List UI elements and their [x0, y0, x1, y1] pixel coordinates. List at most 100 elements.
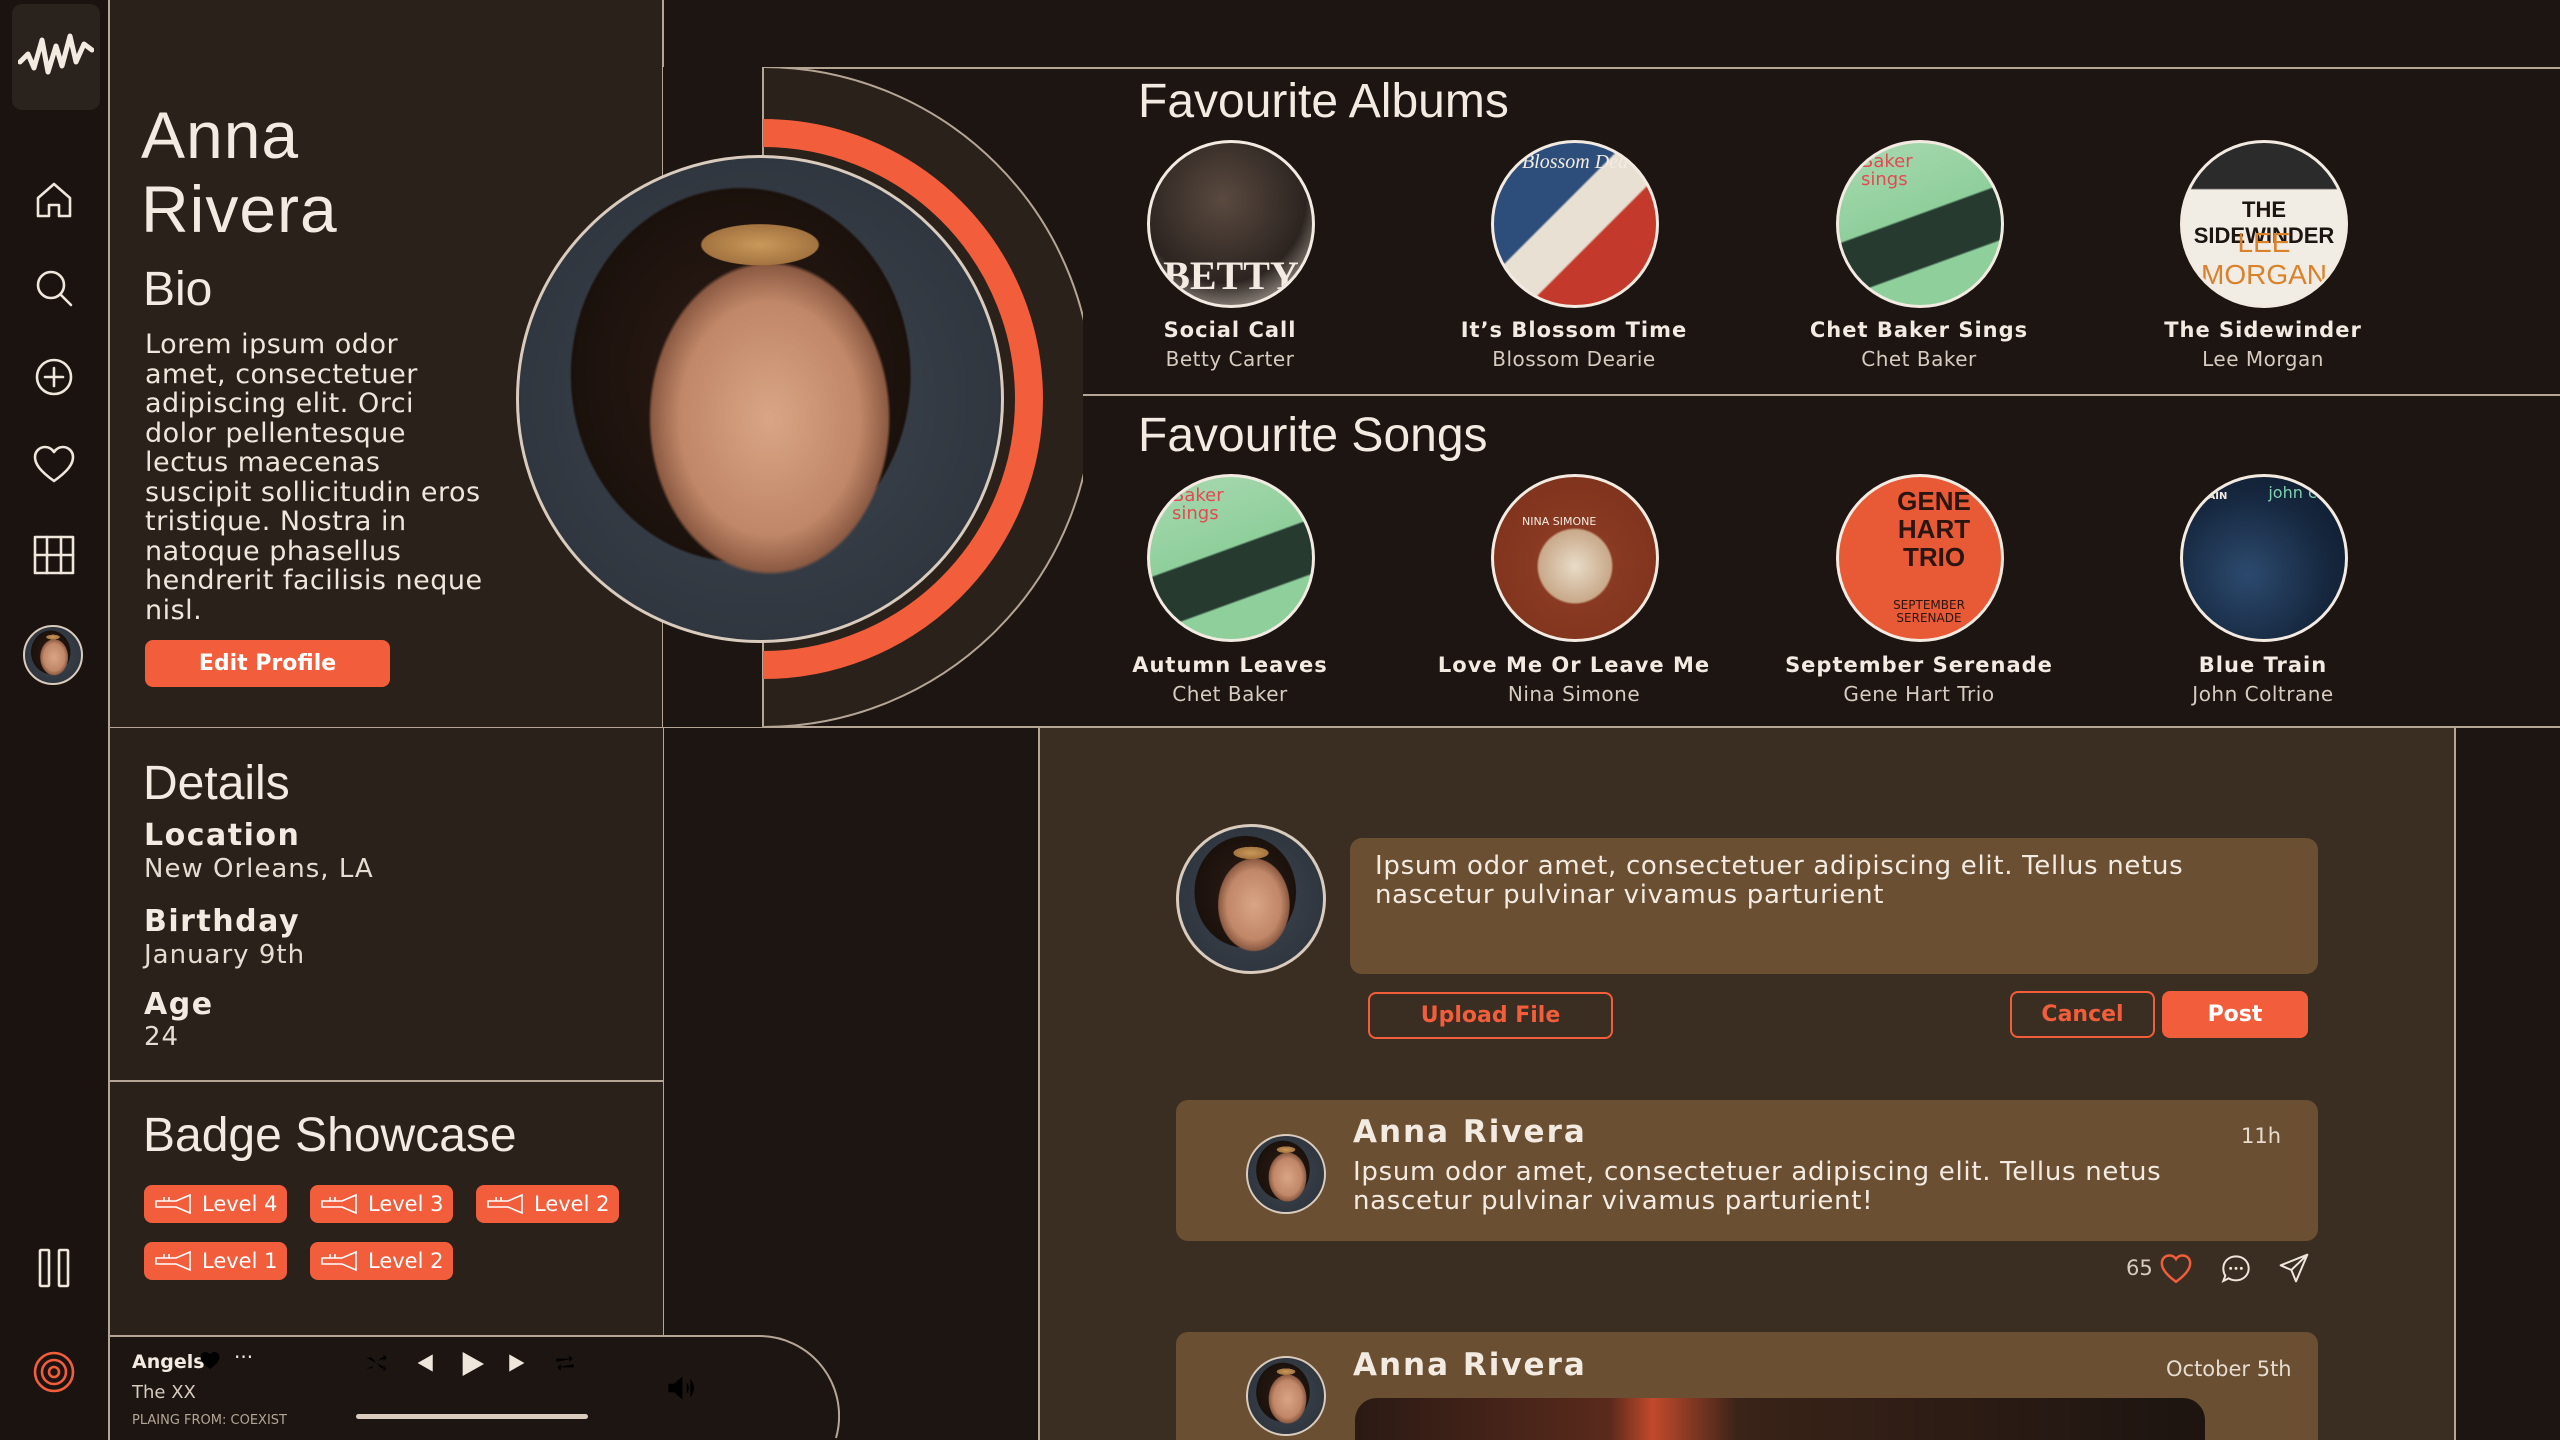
pause-icon [38, 1248, 70, 1288]
location-label: Location [144, 818, 301, 853]
shuffle-icon[interactable] [364, 1350, 390, 1376]
profile-name: Anna Rivera [141, 98, 338, 246]
badge-label: Level 1 [202, 1249, 278, 1273]
album-artist: Betty Carter [1165, 347, 1295, 371]
post-author[interactable]: Anna Rivera [1353, 1114, 1587, 1150]
album-cover-the-sidewinder[interactable]: THE SIDEWINDER LEE MORGAN [2180, 140, 2348, 308]
logo-waveform-icon [18, 33, 94, 75]
post-text: Ipsum odor amet, consectetuer adipiscing… [1353, 1157, 2162, 1216]
volume-icon[interactable] [664, 1371, 698, 1405]
app-logo[interactable] [12, 4, 100, 110]
home-button[interactable] [24, 170, 84, 230]
album-cover-text: BETTY [1163, 253, 1299, 298]
trumpet-icon [321, 1193, 357, 1215]
playback-progress-fill [356, 1414, 588, 1419]
album-title: It’s Blossom Time [1460, 318, 1688, 342]
upload-file-button[interactable]: Upload File [1368, 992, 1613, 1039]
song-artist: John Coltrane [2192, 682, 2334, 706]
badge-label: Level 3 [368, 1192, 444, 1216]
home-icon [36, 182, 72, 218]
composer-avatar [1176, 824, 1326, 974]
heart-icon [33, 445, 75, 483]
more-options-icon[interactable]: ··· [234, 1345, 253, 1369]
profile-first-name: Anna [141, 98, 300, 172]
now-playing-button[interactable] [24, 1342, 84, 1402]
album-cover-text: Blossom Dea [1521, 151, 1629, 173]
now-playing-track[interactable]: Angels [132, 1351, 205, 1373]
share-icon[interactable] [2278, 1252, 2310, 1284]
song-title: Love Me Or Leave Me [1437, 653, 1711, 677]
album-cover-blossom-time[interactable]: Blossom Dea [1491, 140, 1659, 308]
badge-item[interactable]: Level 1 [144, 1242, 288, 1280]
search-button[interactable] [24, 258, 84, 318]
badge-label: Level 2 [368, 1249, 444, 1273]
album-cover-chet-baker-sings[interactable]: Baker sings [1836, 140, 2004, 308]
pause-button[interactable] [24, 1238, 84, 1298]
post-author[interactable]: Anna Rivera [1353, 1347, 1587, 1383]
songs-heading: Favourite Songs [1138, 409, 1488, 462]
song-artist: Chet Baker [1172, 682, 1288, 706]
album-artist: Chet Baker [1861, 347, 1977, 371]
song-cover-blue-train[interactable]: john col TRAIN [2180, 474, 2348, 642]
badge-item[interactable]: Level 3 [310, 1185, 454, 1223]
search-icon [36, 270, 73, 307]
feed-border-left [1038, 728, 1040, 1440]
repeat-icon[interactable] [552, 1350, 578, 1376]
post-image[interactable] [1355, 1398, 2205, 1440]
badge-item[interactable]: Level 2 [476, 1185, 620, 1223]
post-avatar[interactable] [1246, 1356, 1326, 1436]
badge-item[interactable]: Level 2 [310, 1242, 454, 1280]
post-avatar[interactable] [1246, 1134, 1326, 1214]
library-icon [33, 535, 75, 575]
album-title: Chet Baker Sings [1809, 318, 2029, 342]
album-cover-social-call[interactable]: BETTY [1147, 140, 1315, 308]
heart-icon[interactable] [2158, 1252, 2194, 1286]
album-artist: Lee Morgan [2202, 347, 2324, 371]
album-title: The Sidewinder [2164, 318, 2362, 342]
song-cover-september-serenade[interactable]: GENE HART TRIO SEPTEMBER SERENADE [1836, 474, 2004, 642]
comment-icon[interactable] [2220, 1253, 2252, 1285]
song-cover-text: GENE HART TRIO [1897, 486, 1971, 572]
song-cover-text-2: TRAIN [2193, 491, 2228, 502]
post-composer-input[interactable]: Ipsum odor amet, consectetuer adipiscing… [1350, 838, 2318, 974]
badge-heading: Badge Showcase [143, 1109, 517, 1162]
now-playing-artist[interactable]: The XX [132, 1382, 196, 1403]
previous-icon[interactable] [410, 1349, 436, 1377]
song-cover-text: NINA SIMONE [1522, 515, 1597, 528]
trumpet-icon [155, 1193, 191, 1215]
bio-heading: Bio [143, 263, 213, 316]
avatar[interactable] [23, 625, 83, 685]
trumpet-icon [487, 1193, 523, 1215]
song-title: September Serenade [1785, 653, 2053, 677]
play-icon[interactable] [456, 1347, 488, 1381]
song-cover-autumn-leaves[interactable]: Baker sings [1147, 474, 1315, 642]
trumpet-icon [155, 1250, 191, 1272]
now-playing-source: PLAING FROM: COEXIST [132, 1413, 287, 1428]
edit-profile-button[interactable]: Edit Profile [145, 640, 390, 687]
library-button[interactable] [24, 525, 84, 585]
birthday-label: Birthday [144, 904, 300, 939]
song-artist: Gene Hart Trio [1843, 682, 1995, 706]
post-button[interactable]: Post [2162, 991, 2308, 1038]
profile-avatar[interactable] [516, 155, 1004, 643]
badge-item[interactable]: Level 4 [144, 1185, 288, 1223]
song-title: Autumn Leaves [1132, 653, 1328, 677]
feed-border-right [2454, 728, 2456, 1440]
badge-label: Level 2 [534, 1192, 610, 1216]
cancel-button[interactable]: Cancel [2010, 991, 2155, 1038]
album-artist: Blossom Dearie [1492, 347, 1656, 371]
details-heading: Details [143, 757, 290, 810]
badge-label: Level 4 [202, 1192, 278, 1216]
birthday-value: January 9th [144, 940, 306, 970]
post-timestamp: 11h [2241, 1124, 2282, 1148]
song-artist: Nina Simone [1507, 682, 1641, 706]
sidebar-nav [0, 0, 110, 1440]
heart-icon[interactable] [198, 1349, 222, 1373]
queue-icon[interactable] [740, 1373, 770, 1403]
trumpet-icon [321, 1250, 357, 1272]
create-button[interactable] [24, 347, 84, 407]
favourites-button[interactable] [24, 435, 84, 495]
next-icon[interactable] [506, 1349, 532, 1377]
song-cover-love-me-or-leave-me[interactable]: NINA SIMONE [1491, 474, 1659, 642]
playback-progress-track[interactable] [356, 1414, 588, 1419]
